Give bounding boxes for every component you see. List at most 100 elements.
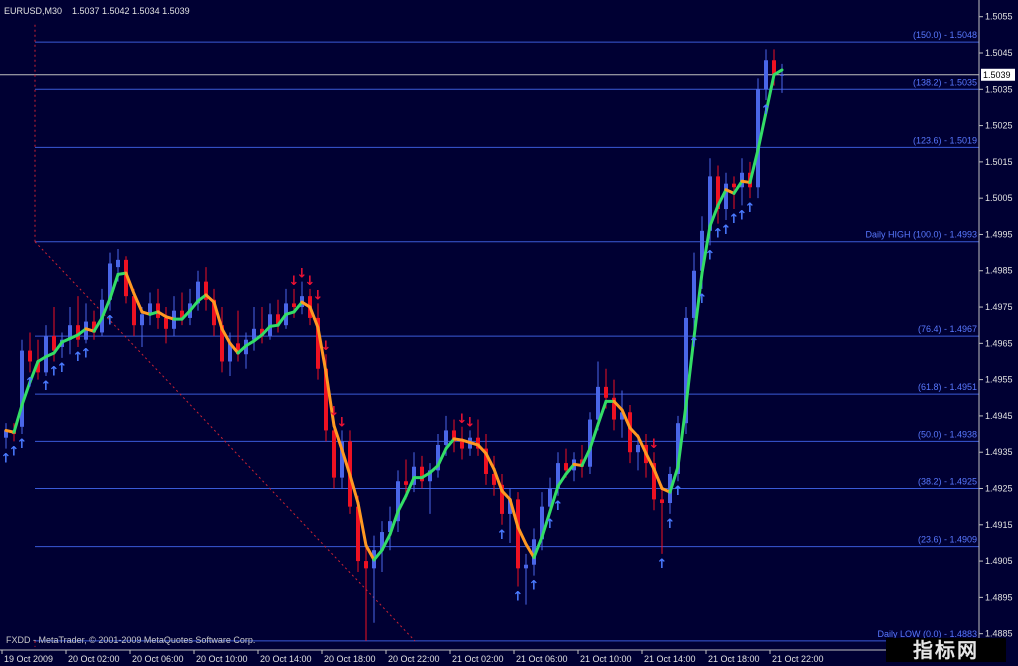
price-tick-label: 1.4965 bbox=[985, 338, 1013, 348]
candle-body bbox=[764, 60, 768, 90]
buy-arrow-icon: ↑ bbox=[57, 361, 68, 376]
time-tick-label: 19 Oct 2009 bbox=[4, 654, 53, 664]
buy-arrow-icon: ↑ bbox=[705, 248, 716, 263]
price-tick-label: 1.5045 bbox=[985, 48, 1013, 58]
candle-body bbox=[44, 336, 48, 373]
candle-body bbox=[596, 386, 600, 420]
buy-arrow-icon: ↑ bbox=[497, 528, 508, 543]
candle-body bbox=[116, 259, 120, 268]
moving-average-line bbox=[4, 68, 784, 562]
time-tick-label: 20 Oct 06:00 bbox=[132, 654, 184, 664]
candle-body bbox=[780, 74, 784, 76]
buy-arrow-icon: ↑ bbox=[41, 379, 52, 394]
buy-arrow-icon: ↑ bbox=[529, 579, 540, 594]
buy-arrow-icon: ↑ bbox=[513, 589, 524, 604]
time-tick-label: 21 Oct 02:00 bbox=[452, 654, 504, 664]
price-chart[interactable]: (150.0) - 1.5048 (138.2) - 1.5035 (123.6) … bbox=[0, 0, 1018, 666]
candle-body bbox=[732, 183, 736, 188]
candle-body bbox=[292, 303, 296, 308]
time-tick-label: 20 Oct 22:00 bbox=[388, 654, 440, 664]
buy-arrow-icon: ↑ bbox=[17, 437, 28, 452]
time-tick-label: 20 Oct 18:00 bbox=[324, 654, 376, 664]
time-tick-label: 21 Oct 10:00 bbox=[580, 654, 632, 664]
buy-arrow-icon: ↑ bbox=[665, 517, 676, 532]
candle-body bbox=[332, 430, 336, 478]
buy-arrow-icon: ↑ bbox=[673, 484, 684, 499]
sell-arrow-icon: ↓ bbox=[337, 415, 348, 430]
candle-body bbox=[460, 441, 464, 449]
fib-level-label: Daily HIGH (100.0) - 1.4993 bbox=[865, 230, 977, 240]
time-tick-label: 21 Oct 14:00 bbox=[644, 654, 696, 664]
sell-arrow-icon: ↓ bbox=[313, 288, 324, 303]
candlesticks bbox=[4, 49, 784, 641]
sell-arrow-icon: ↓ bbox=[465, 415, 476, 430]
buy-arrow-icon: ↑ bbox=[761, 103, 772, 118]
price-tick-label: 1.4975 bbox=[985, 302, 1013, 312]
fibonacci-levels: (150.0) - 1.5048 (138.2) - 1.5035 (123.6) … bbox=[0, 30, 979, 642]
price-tick-label: 1.5005 bbox=[985, 193, 1013, 203]
axes: 1.5055 1.5045 1.5035 1.5025 1.5015 1.5005 1.49… bbox=[0, 0, 1015, 664]
fib-level-label: (38.2) - 1.4925 bbox=[918, 477, 977, 487]
price-tick-label: 1.4935 bbox=[985, 447, 1013, 457]
time-tick-label: 21 Oct 18:00 bbox=[708, 654, 760, 664]
fib-level-label: (50.0) - 1.4938 bbox=[918, 429, 977, 439]
fib-level-label: (138.2) - 1.5035 bbox=[913, 77, 977, 87]
buy-arrow-icon: ↑ bbox=[25, 375, 36, 390]
fib-level-label: (61.8) - 1.4951 bbox=[918, 382, 977, 392]
candle-body bbox=[140, 314, 144, 326]
fib-level-label: (23.6) - 1.4909 bbox=[918, 535, 977, 545]
chart-window[interactable]: (150.0) - 1.5048 (138.2) - 1.5035 (123.6) … bbox=[0, 0, 1018, 666]
candle-body bbox=[692, 270, 696, 318]
candle-body bbox=[628, 412, 632, 453]
price-tick-label: 1.4915 bbox=[985, 520, 1013, 530]
price-tick-label: 1.5035 bbox=[985, 84, 1013, 94]
candle-body bbox=[604, 386, 608, 398]
candle-body bbox=[724, 183, 728, 210]
buy-arrow-icon: ↑ bbox=[689, 335, 700, 350]
ma-segment bbox=[404, 476, 416, 498]
sell-arrow-icon: ↓ bbox=[321, 339, 332, 354]
chart-header-ohlc: 1.5037 1.5042 1.5034 1.5039 bbox=[72, 6, 190, 16]
current-price-label: 1.5039 bbox=[983, 70, 1011, 80]
candle-body bbox=[660, 499, 664, 504]
time-tick-label: 21 Oct 06:00 bbox=[516, 654, 568, 664]
footer-copyright: FXDD - MetaTrader, © 2001-2009 MetaQuote… bbox=[6, 635, 255, 645]
buy-arrow-icon: ↑ bbox=[81, 346, 92, 361]
time-tick-label: 20 Oct 02:00 bbox=[68, 654, 120, 664]
buy-arrow-icon: ↑ bbox=[697, 292, 708, 307]
candle-body bbox=[444, 430, 448, 445]
candle-body bbox=[28, 350, 32, 362]
candle-body bbox=[164, 317, 168, 329]
signal-arrows: ↑↑↑↑ ↑↑↑↑↑↑↑↑↑↑↑↑↑↑↑↑↑↑↑↑↑↑↑↓↓↓↓↓↓↓ ↓↓↓ bbox=[1, 103, 772, 604]
price-tick-label: 1.5025 bbox=[985, 121, 1013, 131]
price-tick-label: 1.4995 bbox=[985, 229, 1013, 239]
candle-body bbox=[564, 463, 568, 471]
price-tick-label: 1.4955 bbox=[985, 375, 1013, 385]
chart-header-symbol: EURUSD,M30 bbox=[4, 6, 62, 16]
price-tick-label: 1.4985 bbox=[985, 266, 1013, 276]
price-tick-label: 1.5015 bbox=[985, 157, 1013, 167]
price-tick-label: 1.4895 bbox=[985, 592, 1013, 602]
candle-body bbox=[52, 336, 56, 351]
price-tick-label: 1.4945 bbox=[985, 411, 1013, 421]
watermark-logo: 指标网 bbox=[886, 638, 1006, 662]
time-tick-label: 20 Oct 10:00 bbox=[196, 654, 248, 664]
buy-arrow-icon: ↑ bbox=[545, 517, 556, 532]
price-tick-label: 1.4905 bbox=[985, 556, 1013, 566]
candle-body bbox=[20, 350, 24, 427]
fib-level-label: (76.4) - 1.4967 bbox=[918, 324, 977, 334]
time-tick-label: 21 Oct 22:00 bbox=[772, 654, 824, 664]
sell-arrow-icon: ↓ bbox=[305, 274, 316, 289]
candle-body bbox=[404, 481, 408, 485]
candle-body bbox=[364, 561, 368, 569]
buy-arrow-icon: ↑ bbox=[657, 557, 668, 572]
sell-arrow-icon: ↓ bbox=[649, 437, 660, 452]
buy-arrow-icon: ↑ bbox=[745, 201, 756, 216]
fib-level-label: (123.6) - 1.5019 bbox=[913, 135, 977, 145]
candle-body bbox=[516, 499, 520, 569]
price-tick-label: 1.5055 bbox=[985, 12, 1013, 22]
buy-arrow-icon: ↑ bbox=[105, 314, 116, 329]
fib-level-label: (150.0) - 1.5048 bbox=[913, 30, 977, 40]
candle-body bbox=[636, 444, 640, 453]
time-tick-label: 20 Oct 14:00 bbox=[260, 654, 312, 664]
